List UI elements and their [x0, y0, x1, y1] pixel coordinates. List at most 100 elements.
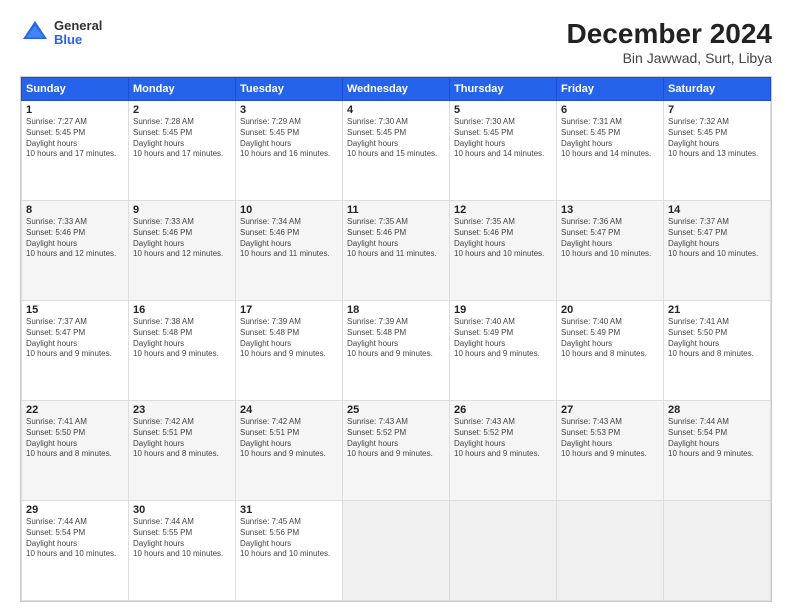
calendar-header-row: Sunday Monday Tuesday Wednesday Thursday… — [22, 78, 771, 101]
day-info: Sunrise: 7:40 AMSunset: 5:49 PMDaylight … — [561, 317, 659, 360]
day-number: 2 — [133, 104, 231, 116]
calendar-cell: 5Sunrise: 7:30 AMSunset: 5:45 PMDaylight… — [450, 101, 557, 201]
calendar-cell: 3Sunrise: 7:29 AMSunset: 5:45 PMDaylight… — [236, 101, 343, 201]
col-thursday: Thursday — [450, 78, 557, 101]
calendar-cell: 10Sunrise: 7:34 AMSunset: 5:46 PMDayligh… — [236, 201, 343, 301]
day-info: Sunrise: 7:30 AMSunset: 5:45 PMDaylight … — [454, 117, 552, 160]
page: General Blue December 2024 Bin Jawwad, S… — [0, 0, 792, 612]
day-info: Sunrise: 7:44 AMSunset: 5:55 PMDaylight … — [133, 517, 231, 560]
day-info: Sunrise: 7:41 AMSunset: 5:50 PMDaylight … — [668, 317, 766, 360]
day-info: Sunrise: 7:33 AMSunset: 5:46 PMDaylight … — [133, 217, 231, 260]
day-info: Sunrise: 7:38 AMSunset: 5:48 PMDaylight … — [133, 317, 231, 360]
calendar-cell — [343, 501, 450, 601]
calendar-cell: 26Sunrise: 7:43 AMSunset: 5:52 PMDayligh… — [450, 401, 557, 501]
day-number: 8 — [26, 204, 124, 216]
day-number: 9 — [133, 204, 231, 216]
calendar-week-2: 15Sunrise: 7:37 AMSunset: 5:47 PMDayligh… — [22, 301, 771, 401]
calendar-cell: 8Sunrise: 7:33 AMSunset: 5:46 PMDaylight… — [22, 201, 129, 301]
day-number: 6 — [561, 104, 659, 116]
calendar-week-3: 22Sunrise: 7:41 AMSunset: 5:50 PMDayligh… — [22, 401, 771, 501]
day-number: 30 — [133, 504, 231, 516]
day-number: 13 — [561, 204, 659, 216]
day-info: Sunrise: 7:43 AMSunset: 5:52 PMDaylight … — [454, 417, 552, 460]
calendar-week-4: 29Sunrise: 7:44 AMSunset: 5:54 PMDayligh… — [22, 501, 771, 601]
day-info: Sunrise: 7:37 AMSunset: 5:47 PMDaylight … — [668, 217, 766, 260]
day-info: Sunrise: 7:42 AMSunset: 5:51 PMDaylight … — [240, 417, 338, 460]
day-info: Sunrise: 7:33 AMSunset: 5:46 PMDaylight … — [26, 217, 124, 260]
day-info: Sunrise: 7:45 AMSunset: 5:56 PMDaylight … — [240, 517, 338, 560]
calendar-cell: 9Sunrise: 7:33 AMSunset: 5:46 PMDaylight… — [129, 201, 236, 301]
day-info: Sunrise: 7:44 AMSunset: 5:54 PMDaylight … — [26, 517, 124, 560]
day-number: 22 — [26, 404, 124, 416]
calendar-cell — [450, 501, 557, 601]
day-number: 29 — [26, 504, 124, 516]
day-number: 21 — [668, 304, 766, 316]
day-number: 14 — [668, 204, 766, 216]
logo-line2: Blue — [54, 33, 102, 47]
day-info: Sunrise: 7:28 AMSunset: 5:45 PMDaylight … — [133, 117, 231, 160]
calendar-cell: 29Sunrise: 7:44 AMSunset: 5:54 PMDayligh… — [22, 501, 129, 601]
day-number: 16 — [133, 304, 231, 316]
col-wednesday: Wednesday — [343, 78, 450, 101]
day-number: 5 — [454, 104, 552, 116]
day-info: Sunrise: 7:43 AMSunset: 5:52 PMDaylight … — [347, 417, 445, 460]
day-number: 4 — [347, 104, 445, 116]
day-info: Sunrise: 7:39 AMSunset: 5:48 PMDaylight … — [347, 317, 445, 360]
day-number: 23 — [133, 404, 231, 416]
calendar-cell: 20Sunrise: 7:40 AMSunset: 5:49 PMDayligh… — [557, 301, 664, 401]
day-number: 18 — [347, 304, 445, 316]
calendar-cell: 14Sunrise: 7:37 AMSunset: 5:47 PMDayligh… — [664, 201, 771, 301]
day-number: 12 — [454, 204, 552, 216]
day-info: Sunrise: 7:37 AMSunset: 5:47 PMDaylight … — [26, 317, 124, 360]
logo-line1: General — [54, 19, 102, 33]
calendar-cell: 22Sunrise: 7:41 AMSunset: 5:50 PMDayligh… — [22, 401, 129, 501]
day-number: 31 — [240, 504, 338, 516]
day-number: 20 — [561, 304, 659, 316]
calendar-cell: 28Sunrise: 7:44 AMSunset: 5:54 PMDayligh… — [664, 401, 771, 501]
day-info: Sunrise: 7:39 AMSunset: 5:48 PMDaylight … — [240, 317, 338, 360]
calendar-cell — [557, 501, 664, 601]
calendar-cell: 23Sunrise: 7:42 AMSunset: 5:51 PMDayligh… — [129, 401, 236, 501]
calendar-cell — [664, 501, 771, 601]
day-number: 26 — [454, 404, 552, 416]
day-info: Sunrise: 7:36 AMSunset: 5:47 PMDaylight … — [561, 217, 659, 260]
calendar-cell: 24Sunrise: 7:42 AMSunset: 5:51 PMDayligh… — [236, 401, 343, 501]
calendar-cell: 12Sunrise: 7:35 AMSunset: 5:46 PMDayligh… — [450, 201, 557, 301]
calendar-cell: 19Sunrise: 7:40 AMSunset: 5:49 PMDayligh… — [450, 301, 557, 401]
day-info: Sunrise: 7:35 AMSunset: 5:46 PMDaylight … — [347, 217, 445, 260]
calendar-cell: 13Sunrise: 7:36 AMSunset: 5:47 PMDayligh… — [557, 201, 664, 301]
logo-icon — [20, 18, 50, 48]
calendar-cell: 6Sunrise: 7:31 AMSunset: 5:45 PMDaylight… — [557, 101, 664, 201]
calendar-cell: 30Sunrise: 7:44 AMSunset: 5:55 PMDayligh… — [129, 501, 236, 601]
calendar-cell: 2Sunrise: 7:28 AMSunset: 5:45 PMDaylight… — [129, 101, 236, 201]
calendar-cell: 18Sunrise: 7:39 AMSunset: 5:48 PMDayligh… — [343, 301, 450, 401]
calendar-cell: 4Sunrise: 7:30 AMSunset: 5:45 PMDaylight… — [343, 101, 450, 201]
calendar-cell: 7Sunrise: 7:32 AMSunset: 5:45 PMDaylight… — [664, 101, 771, 201]
day-number: 7 — [668, 104, 766, 116]
col-saturday: Saturday — [664, 78, 771, 101]
calendar-cell: 31Sunrise: 7:45 AMSunset: 5:56 PMDayligh… — [236, 501, 343, 601]
calendar: Sunday Monday Tuesday Wednesday Thursday… — [20, 76, 772, 602]
day-number: 1 — [26, 104, 124, 116]
calendar-week-1: 8Sunrise: 7:33 AMSunset: 5:46 PMDaylight… — [22, 201, 771, 301]
day-info: Sunrise: 7:30 AMSunset: 5:45 PMDaylight … — [347, 117, 445, 160]
day-number: 25 — [347, 404, 445, 416]
day-info: Sunrise: 7:44 AMSunset: 5:54 PMDaylight … — [668, 417, 766, 460]
calendar-cell: 21Sunrise: 7:41 AMSunset: 5:50 PMDayligh… — [664, 301, 771, 401]
day-number: 17 — [240, 304, 338, 316]
day-info: Sunrise: 7:27 AMSunset: 5:45 PMDaylight … — [26, 117, 124, 160]
calendar-cell: 25Sunrise: 7:43 AMSunset: 5:52 PMDayligh… — [343, 401, 450, 501]
day-info: Sunrise: 7:32 AMSunset: 5:45 PMDaylight … — [668, 117, 766, 160]
day-number: 3 — [240, 104, 338, 116]
logo-text: General Blue — [54, 19, 102, 48]
calendar-cell: 15Sunrise: 7:37 AMSunset: 5:47 PMDayligh… — [22, 301, 129, 401]
calendar-cell: 17Sunrise: 7:39 AMSunset: 5:48 PMDayligh… — [236, 301, 343, 401]
day-info: Sunrise: 7:29 AMSunset: 5:45 PMDaylight … — [240, 117, 338, 160]
day-number: 15 — [26, 304, 124, 316]
day-info: Sunrise: 7:40 AMSunset: 5:49 PMDaylight … — [454, 317, 552, 360]
day-number: 28 — [668, 404, 766, 416]
col-monday: Monday — [129, 78, 236, 101]
day-number: 27 — [561, 404, 659, 416]
day-info: Sunrise: 7:42 AMSunset: 5:51 PMDaylight … — [133, 417, 231, 460]
day-number: 11 — [347, 204, 445, 216]
